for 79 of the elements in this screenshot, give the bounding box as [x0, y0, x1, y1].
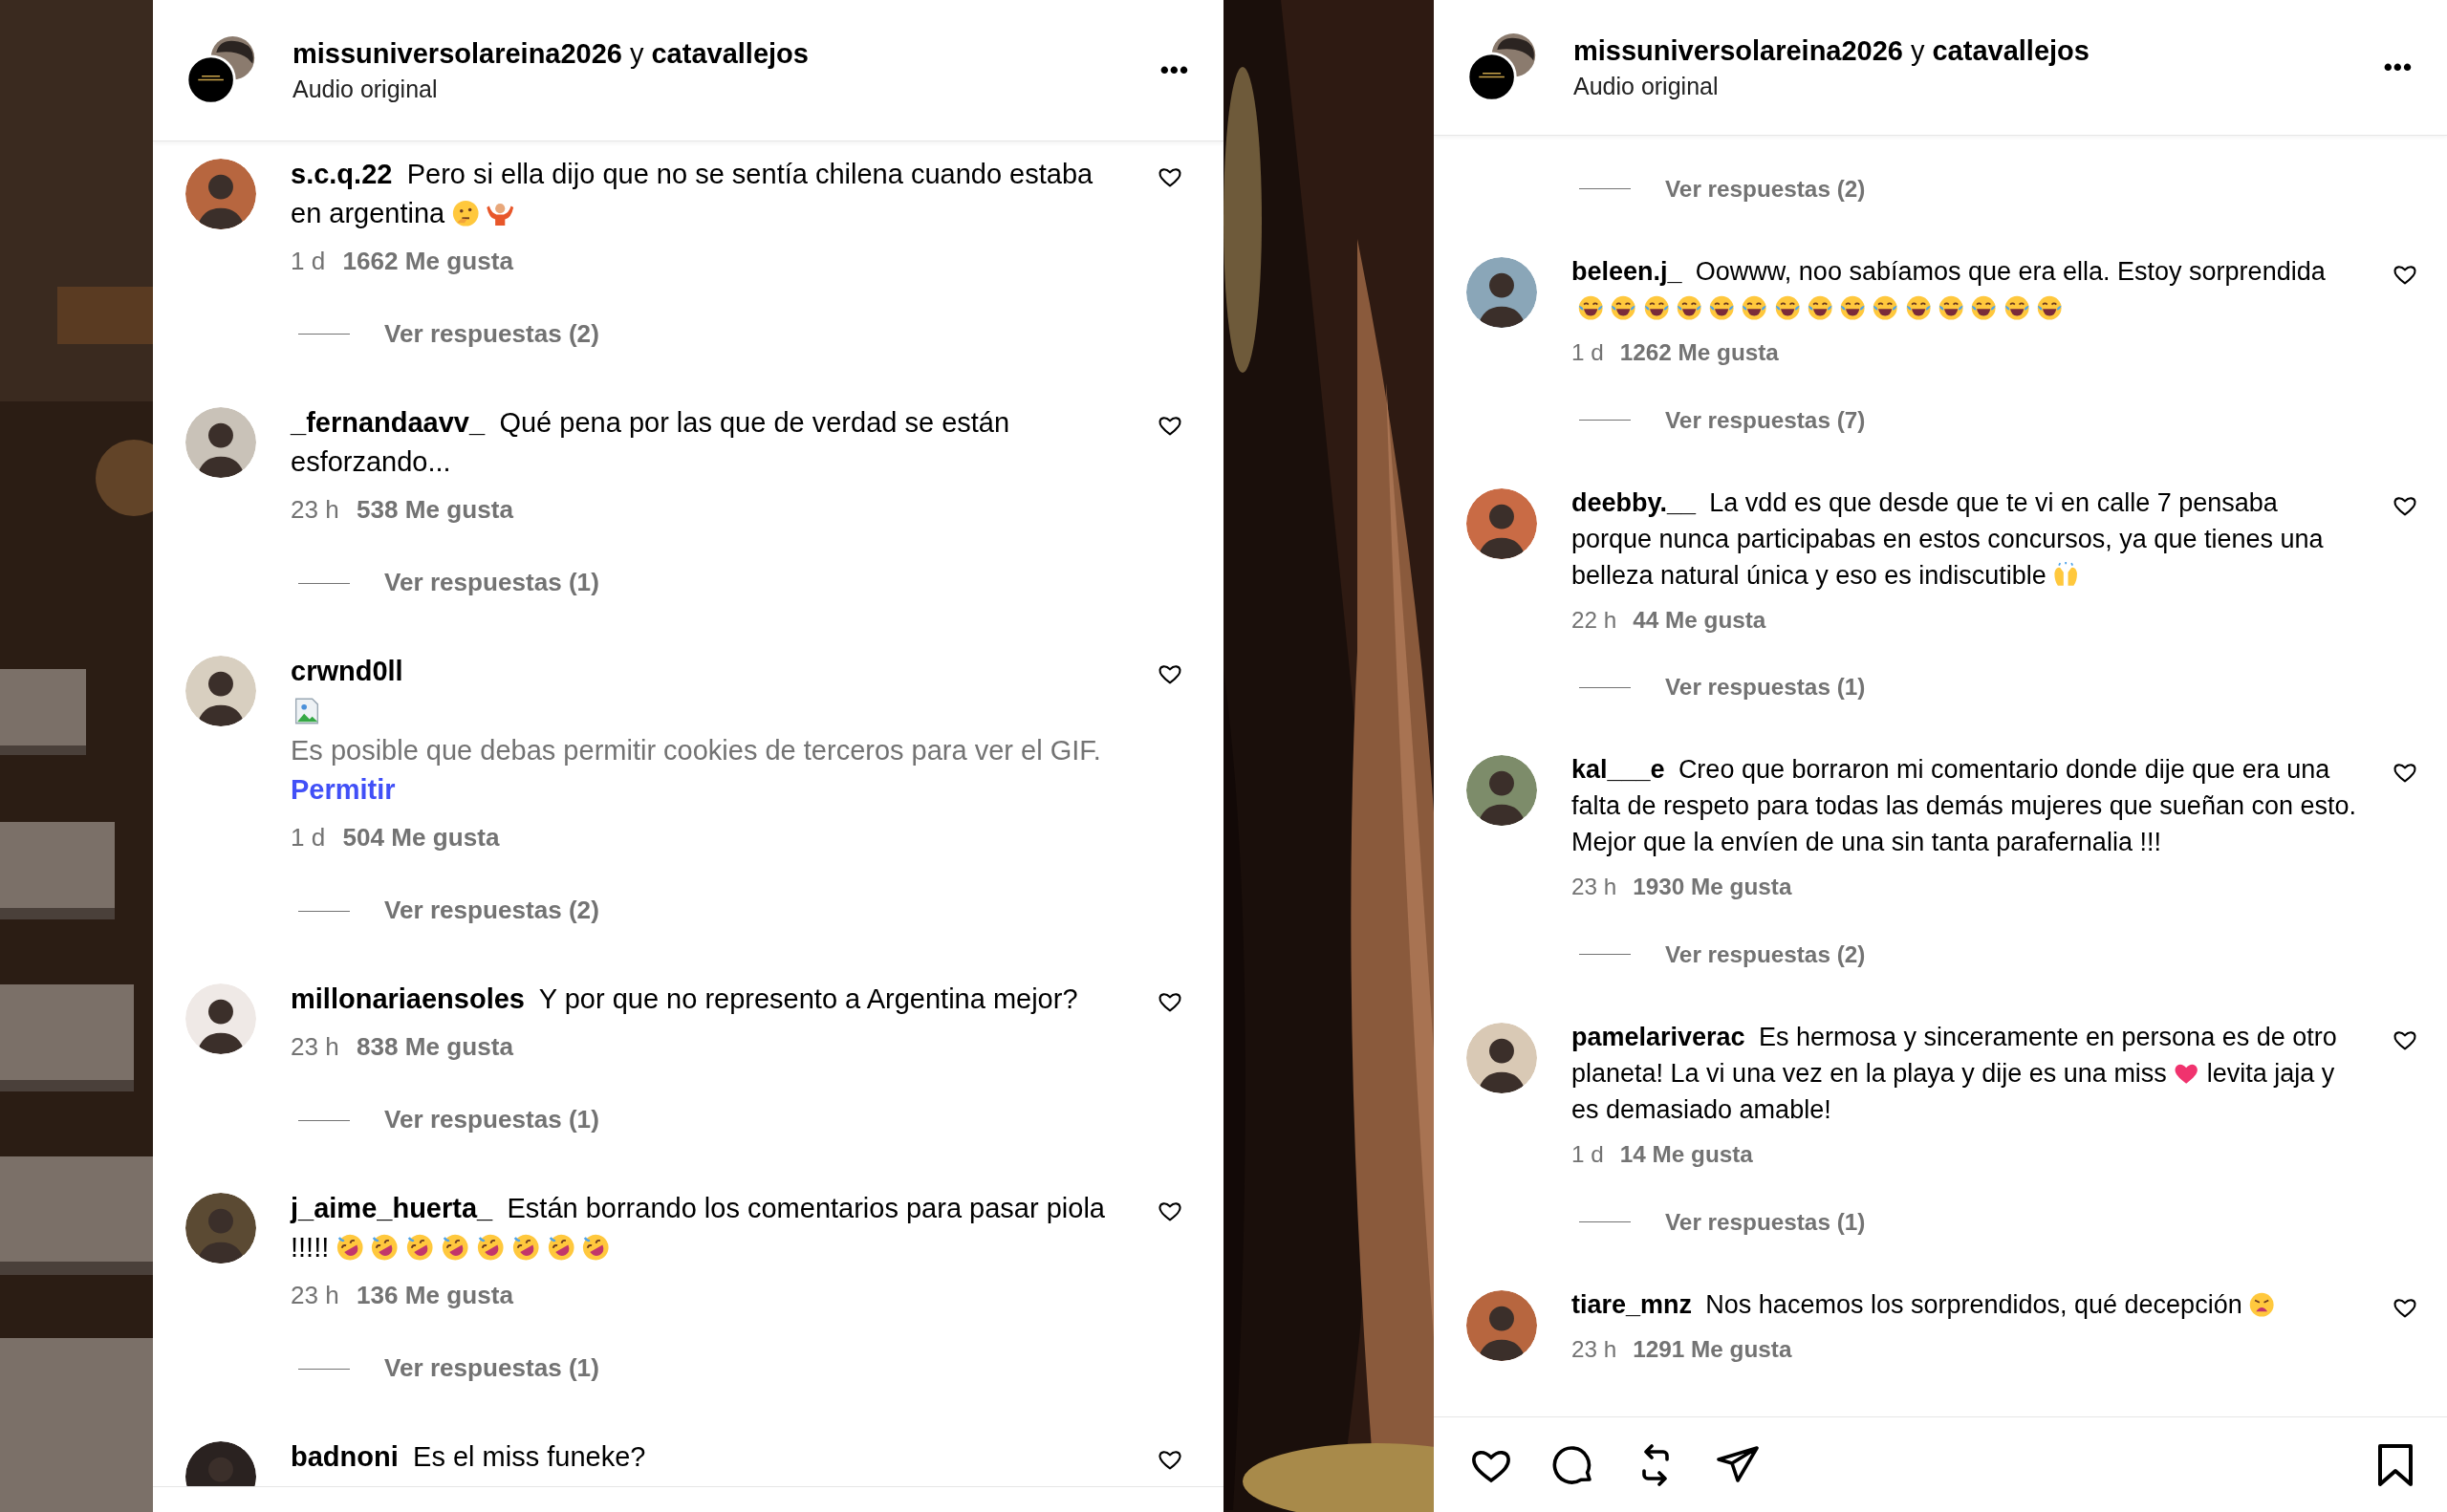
comment-time: 23 h: [1571, 1334, 1617, 1364]
likes-count[interactable]: 136 Me gusta: [357, 1280, 513, 1313]
allow-link[interactable]: Permitir: [291, 774, 396, 806]
emoji-icon: [546, 1233, 575, 1263]
likes-count[interactable]: 14 Me gusta: [1619, 1139, 1753, 1170]
more-button[interactable]: •••: [2383, 53, 2413, 82]
likes-count[interactable]: 1262 Me gusta: [1619, 337, 1779, 368]
audio-label[interactable]: Audio original: [1573, 72, 2384, 100]
comment-time: 23 h: [291, 1280, 339, 1312]
emoji-icon: [2003, 293, 2030, 322]
comment-text: crwnd0ll: [291, 655, 404, 689]
comment-text: j_aime_huerta_ Están borrando los comentarios para pasar piola !!!!!: [291, 1192, 1106, 1265]
comment-time: 1 d: [291, 822, 326, 854]
joiner-text: y: [630, 37, 644, 70]
view-replies-button[interactable]: Ver respuestas (1): [384, 567, 599, 599]
emoji-icon: [1938, 293, 1965, 322]
emoji-icon: [370, 1233, 400, 1263]
emoji-icon: [450, 199, 481, 228]
comment-time: 22 h: [1571, 605, 1617, 635]
emoji-icon: [1675, 293, 1703, 322]
view-replies-button[interactable]: Ver respuestas (2): [384, 318, 599, 351]
comment-time: 23 h: [291, 494, 339, 527]
emoji-icon: [2035, 293, 2064, 322]
view-replies-button[interactable]: Ver respuestas (2): [1665, 940, 1866, 970]
likes-count[interactable]: 838 Me gusta: [357, 1031, 513, 1065]
comment-time: 1 d: [1571, 338, 1604, 367]
emoji-icon: [1642, 293, 1670, 322]
emoji-icon: [510, 1233, 541, 1263]
comment-text: beleen.j_ Oowww, noo sabíamos que era ella. Estoy sorprendida: [1571, 252, 2357, 326]
emoji-icon: [1773, 293, 1801, 322]
view-replies-button[interactable]: Ver respuestas (2): [1665, 174, 1866, 205]
likes-count[interactable]: 1930 Me gusta: [1633, 872, 1792, 903]
emoji-icon: [1610, 293, 1637, 322]
view-replies-button[interactable]: Ver respuestas (1): [384, 1104, 599, 1137]
comment-text: millonariaensoles Y por que no represento a Argentina mejor?: [291, 983, 1079, 1017]
comment-text: tiare_mnz Nos hacemos los sorprendidos, qué decepción: [1571, 1285, 2357, 1323]
emoji-icon: [1872, 293, 1899, 322]
comment-text: deebby.__ La vdd es que desde que te vi en calle 7 pensaba porque nunca participabas en estos concursos, ya que tienes una belleza natural única y eso es indiscutible: [1571, 486, 2325, 592]
comment-text: _fernandaavv_ Qué pena por las que de verdad se están esforzando...: [291, 406, 1011, 480]
likes-count[interactable]: 538 Me gusta: [357, 494, 513, 527]
view-replies-button[interactable]: Ver respuestas (2): [384, 895, 599, 927]
emoji-icon: [405, 1233, 435, 1263]
comment-time: 23 h: [1571, 873, 1617, 902]
likes-count[interactable]: 1291 Me gusta: [1633, 1333, 1792, 1365]
likes-count[interactable]: 1662 Me gusta: [342, 246, 513, 278]
emoji-icon: [1839, 293, 1867, 322]
comment-text: s.c.q.22 Pero si ella dijo que no se sentía chilena cuando estaba en argentina: [291, 158, 1094, 230]
emoji-icon: [335, 1233, 365, 1263]
likes-count[interactable]: 504 Me gusta: [342, 822, 500, 855]
emoji-icon: [475, 1233, 506, 1263]
emoji-icon: [1904, 293, 1933, 322]
audio-label[interactable]: Audio original: [292, 75, 1160, 103]
likes-count[interactable]: 44 Me gusta: [1633, 604, 1766, 636]
comment-time: 1 d: [291, 246, 326, 278]
emoji-icon: [1741, 293, 1768, 322]
emoji-icon: [2051, 561, 2080, 589]
joiner-text: y: [1911, 34, 1925, 67]
emoji-icon: [1806, 293, 1834, 322]
more-button[interactable]: •••: [1159, 55, 1189, 85]
account-name[interactable]: catavallejos: [1932, 34, 2090, 67]
account-name[interactable]: catavallejos: [651, 37, 809, 70]
account-name[interactable]: missuniversolareina2026: [1573, 34, 1903, 67]
emoji-icon: [441, 1233, 470, 1263]
comment-text: kal___e Creo que borraron mi comentario donde dije que era una falta de respeto para todas las demás mujeres que sueñan con esto. Mejor que la envíen de una sin tanta parafernalia !!!: [1571, 754, 2357, 859]
emoji-icon: [1708, 293, 1736, 322]
comment-time: 23 h: [291, 1031, 339, 1064]
emoji-icon: [581, 1233, 611, 1263]
emoji-icon: [1576, 293, 1605, 322]
view-replies-button[interactable]: Ver respuestas (7): [1665, 404, 1866, 436]
comment-text: pamelariverac Es hermosa y sinceramente en persona es de otro planeta! La vi una vez en la playa y dije es una miss levita jaja y es demasiado amable!: [1571, 1022, 2338, 1127]
view-replies-button[interactable]: Ver respuestas (1): [1665, 672, 1866, 703]
view-replies-button[interactable]: Ver respuestas (1): [1665, 1206, 1866, 1238]
comment-text: badnoni Es el miss funeke?: [291, 1440, 647, 1475]
emoji-icon: [1970, 293, 1998, 322]
notice-text: Es posible que debas permitir cookies de terceros para ver el GIF. Permitir: [291, 734, 1102, 808]
account-name[interactable]: missuniversolareina2026: [292, 37, 622, 70]
view-replies-button[interactable]: Ver respuestas (1): [384, 1352, 599, 1386]
emoji-icon: [2247, 1290, 2275, 1319]
comment-time: 1 d: [1571, 1140, 1604, 1170]
